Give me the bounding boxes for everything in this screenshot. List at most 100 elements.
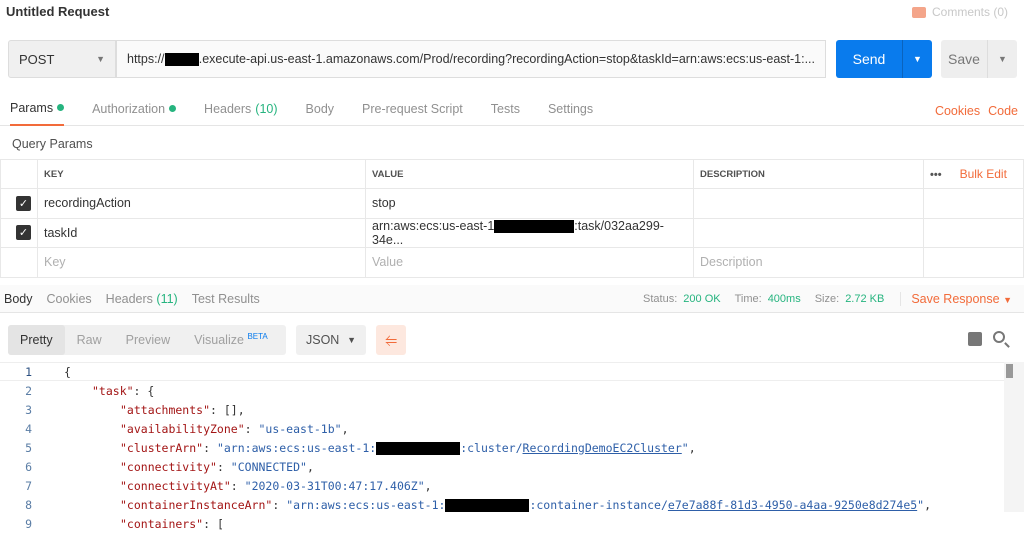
param-description[interactable]	[693, 217, 924, 248]
comment-icon	[911, 6, 926, 18]
tab-test-results[interactable]: Test Results	[192, 292, 260, 306]
save-dropdown-icon[interactable]: ▼	[987, 40, 1017, 78]
query-params-title: Query Params	[12, 137, 93, 151]
search-icon[interactable]	[993, 331, 1005, 343]
status-value: 200 OK	[683, 293, 721, 305]
format-select[interactable]: JSON ▼	[296, 325, 366, 355]
code-line: 6 "connectivity": "CONNECTED",	[25, 459, 314, 474]
code-link[interactable]: Code	[988, 104, 1018, 118]
size-label: Size:	[814, 293, 840, 305]
code-line: 3 "attachments": [],	[25, 402, 245, 417]
save-label: Save	[948, 51, 980, 67]
bulk-edit-link[interactable]: Bulk Edit	[960, 167, 1007, 181]
method-label: POST	[19, 51, 55, 67]
redacted-block	[376, 441, 461, 455]
code-line: 4 "availabilityZone": "us-east-1b",	[25, 421, 349, 436]
tab-params[interactable]: Params	[10, 92, 65, 126]
request-title[interactable]: Untitled Request	[6, 4, 109, 19]
visualize-label: Visualize	[194, 333, 244, 348]
param-key[interactable]: recordingAction	[37, 188, 366, 219]
tab-response-cookies[interactable]: Cookies	[47, 292, 92, 306]
code-text: "attachments": [],	[40, 403, 245, 417]
json-link[interactable]: e7e7a88f-81d3-4950-a4aa-9250e8d274e5	[668, 498, 917, 512]
value-prefix: arn:aws:ecs:us-east-1	[372, 218, 495, 233]
json-punct: : [],	[210, 402, 245, 417]
table-row: ✓ recordingAction stop	[0, 188, 1024, 219]
headers-count: (11)	[156, 291, 178, 306]
scrollbar-thumb[interactable]	[1006, 364, 1013, 378]
request-tabs: Params Authorization Headers (10) Body Pr…	[0, 92, 1024, 126]
tab-label: Headers	[105, 291, 153, 306]
description-placeholder[interactable]: Description	[693, 247, 924, 278]
code-line: 8 "containerInstanceArn": "arn:aws:ecs:us…	[25, 497, 932, 512]
wrap-lines-icon[interactable]: ⥢	[376, 325, 406, 355]
comments-label: Comments (0)	[931, 5, 1008, 19]
send-button[interactable]: Send ▼	[836, 40, 932, 78]
checkbox[interactable]: ✓	[16, 195, 31, 211]
active-dot-icon	[57, 104, 65, 111]
param-description[interactable]	[693, 188, 924, 219]
headers-count: (10)	[255, 101, 278, 116]
json-punct: : [	[203, 516, 224, 531]
chevron-down-icon: ▼	[1003, 295, 1012, 305]
redacted-block	[494, 219, 575, 233]
tab-body[interactable]: Body	[306, 92, 335, 126]
method-select[interactable]: POST ▼	[8, 40, 116, 78]
more-options-icon[interactable]: •••	[930, 169, 942, 181]
cookies-link[interactable]: Cookies	[935, 104, 980, 118]
send-dropdown-icon[interactable]: ▼	[902, 40, 932, 78]
time-value: 400ms	[767, 293, 801, 305]
tab-response-headers[interactable]: Headers (11)	[106, 292, 178, 306]
col-value: VALUE	[365, 159, 694, 189]
url-input[interactable]: https:// .execute-api.us-east-1.amazonaws…	[116, 40, 826, 78]
view-raw[interactable]: Raw	[65, 333, 114, 347]
param-value[interactable]: arn:aws:ecs:us-east-1:task/032aa299-34e.…	[365, 217, 694, 248]
tab-label: Authorization	[92, 101, 166, 116]
response-body-code[interactable]: 1{ 2 "task": { 3 "attachments": [], 4 "avai…	[0, 362, 1004, 533]
time-label: Time:	[734, 293, 762, 305]
json-key: "availabilityZone"	[120, 421, 245, 436]
view-visualize[interactable]: Visualize BETA	[182, 332, 280, 347]
view-preview[interactable]: Preview	[114, 333, 182, 347]
col-key: KEY	[37, 159, 366, 189]
code-text: "clusterArn": "arn:aws:ecs:us-east-1::cl…	[120, 440, 696, 455]
code-text: "containerInstanceArn": "arn:aws:ecs:us-…	[120, 497, 932, 512]
save-response-button[interactable]: Save Response ▼	[900, 292, 1012, 306]
code-line: 7 "connectivityAt": "2020-03-31T00:47:17.…	[25, 478, 432, 493]
json-value: "	[681, 440, 689, 455]
json-key: "containers"	[120, 516, 204, 531]
code-text: {	[64, 364, 71, 379]
status-label: Status:	[643, 293, 678, 305]
format-label: JSON	[306, 333, 340, 347]
json-link[interactable]: RecordingDemoEC2Cluster	[523, 441, 682, 455]
tab-label: Params	[10, 100, 54, 115]
json-key: "clusterArn"	[120, 440, 204, 455]
tab-tests[interactable]: Tests	[491, 92, 520, 126]
save-response-label: Save Response	[911, 292, 1000, 306]
send-label: Send	[852, 51, 886, 67]
param-value[interactable]: stop	[365, 188, 694, 219]
param-key[interactable]: taskId	[37, 217, 366, 248]
col-description: DESCRIPTION	[693, 159, 924, 189]
active-dot-icon	[169, 105, 177, 112]
comments-button[interactable]: Comments (0)	[911, 5, 1008, 19]
tab-authorization[interactable]: Authorization	[92, 92, 177, 126]
json-key: "attachments"	[120, 402, 211, 417]
tab-headers[interactable]: Headers (10)	[204, 92, 277, 126]
tab-settings[interactable]: Settings	[548, 92, 593, 126]
tab-prerequest-script[interactable]: Pre-request Script	[362, 92, 463, 126]
chevron-down-icon: ▼	[96, 54, 105, 64]
scrollbar[interactable]	[1004, 362, 1024, 512]
view-pretty[interactable]: Pretty	[8, 325, 65, 355]
json-key: "task"	[92, 383, 134, 398]
response-meta: Status: 200 OK Time: 400ms Size: 2.72 KB Sa…	[643, 285, 1012, 313]
save-button[interactable]: Save ▼	[941, 40, 1017, 78]
table-row-new: Key Value Description	[0, 247, 1024, 278]
key-placeholder[interactable]: Key	[37, 247, 366, 278]
copy-icon[interactable]	[968, 332, 982, 346]
checkbox[interactable]: ✓	[16, 225, 31, 241]
code-text: "availabilityZone": "us-east-1b",	[120, 421, 349, 436]
tab-response-body[interactable]: Body	[4, 292, 33, 306]
redacted-block	[445, 498, 530, 512]
value-placeholder[interactable]: Value	[365, 247, 694, 278]
